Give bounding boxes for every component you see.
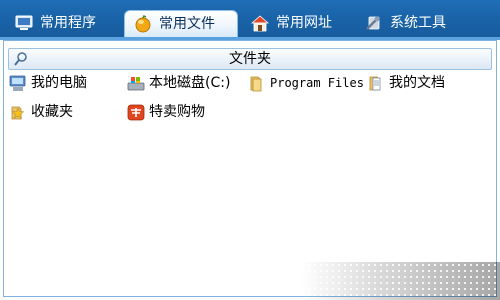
shop-icon: [127, 104, 145, 121]
tab-label: 系统工具: [390, 15, 446, 31]
tab-label: 常用文件: [159, 16, 215, 32]
item-my-computer[interactable]: 我的电脑: [9, 73, 87, 93]
item-label: 特卖购物: [149, 104, 205, 120]
bottom-dot-pattern: [300, 262, 500, 300]
tab-bar: 常用程序 常用文件 常用网址 系统工具: [0, 0, 500, 40]
tab-common-programs[interactable]: 常用程序: [6, 10, 118, 37]
content-panel: 文件夹 我的电脑 本地磁盘(C:) Program Files 我的文档 收藏夹…: [3, 40, 497, 297]
documents-icon: [369, 76, 381, 91]
home-icon: [250, 15, 270, 32]
item-label: 我的电脑: [31, 75, 87, 91]
item-local-disk[interactable]: 本地磁盘(C:): [127, 73, 230, 93]
item-label: 收藏夹: [31, 104, 73, 120]
folder-header-bar: 文件夹: [8, 48, 492, 70]
monitor-icon: [15, 15, 33, 30]
item-favorites[interactable]: 收藏夹: [9, 102, 73, 122]
tab-common-websites[interactable]: 常用网址: [242, 10, 354, 37]
app-window: 常用程序 常用文件 常用网址 系统工具 文件夹 我的电脑 本地磁盘(C:) Pr…: [0, 0, 500, 300]
item-special-shopping[interactable]: 特卖购物: [127, 102, 205, 122]
item-label: 本地磁盘(C:): [149, 75, 231, 91]
item-label: Program Files: [270, 76, 364, 90]
item-program-files[interactable]: Program Files: [248, 73, 364, 93]
tab-system-tools[interactable]: 系统工具: [356, 10, 468, 37]
tools-icon: [366, 16, 380, 30]
gold-orb-icon: [135, 15, 151, 33]
folder-icon: [250, 76, 262, 92]
tab-label: 常用程序: [40, 15, 96, 31]
folder-title: 文件夹: [229, 51, 271, 67]
tab-label: 常用网址: [276, 15, 332, 31]
item-my-documents[interactable]: 我的文档: [367, 73, 445, 93]
drive-icon: [127, 77, 145, 91]
favorites-folder-icon: [11, 106, 25, 120]
computer-icon: [9, 75, 26, 91]
tab-common-files[interactable]: 常用文件: [124, 10, 238, 37]
item-label: 我的文档: [389, 75, 445, 91]
